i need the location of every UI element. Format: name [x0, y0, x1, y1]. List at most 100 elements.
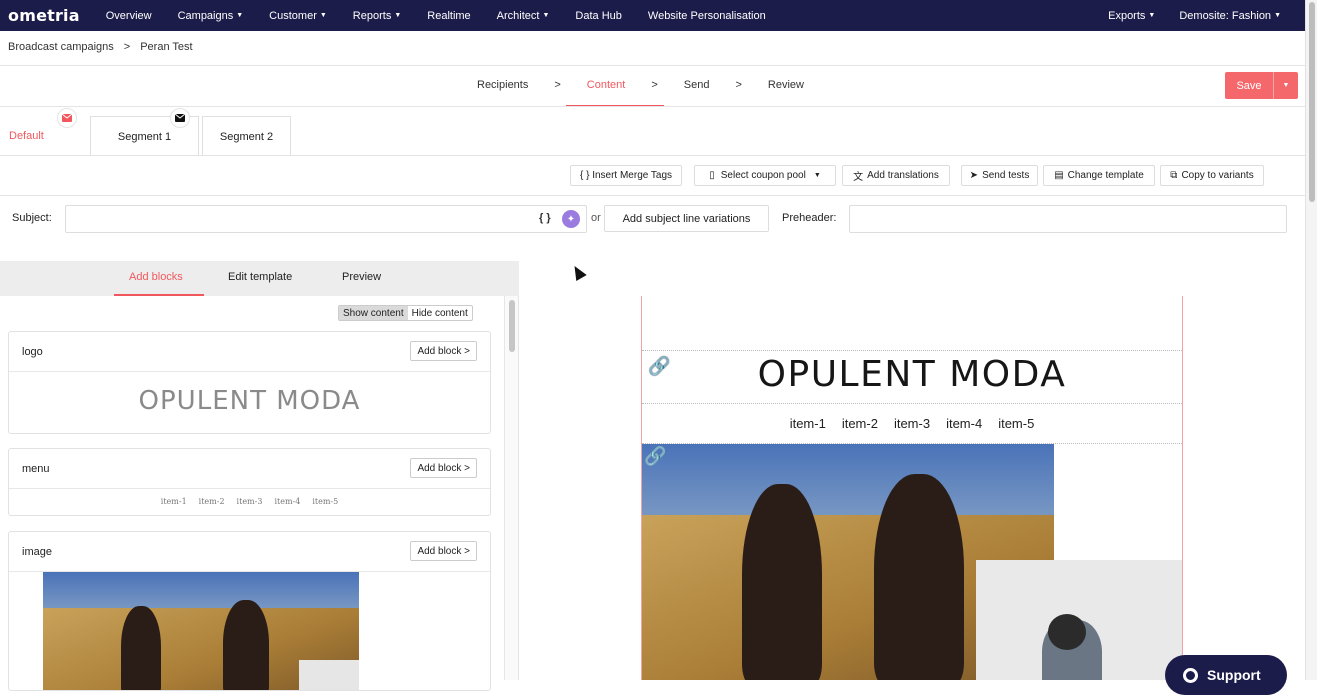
hide-content-button[interactable]: Hide content — [408, 306, 472, 320]
support-icon — [1183, 667, 1198, 683]
nav-account-switcher[interactable]: Demosite: Fashion ▼ — [1179, 10, 1281, 22]
breadcrumb-parent[interactable]: Broadcast campaigns — [8, 41, 114, 53]
add-subject-line-variations-button[interactable]: Add subject line variations — [604, 205, 769, 232]
image-block-preview — [43, 572, 359, 690]
caret-down-icon: ▼ — [813, 172, 821, 179]
content-toggle: Show content Hide content — [338, 305, 473, 321]
nav-campaigns[interactable]: Campaigns ▼ — [178, 10, 244, 22]
nav-account-label: Demosite: Fashion — [1179, 9, 1272, 22]
menu-block-preview: item-1 item-2 item-3 item-4 item-5 — [9, 489, 490, 506]
nav-realtime[interactable]: Realtime — [427, 10, 470, 22]
add-block-button[interactable]: Add block > — [410, 341, 477, 361]
block-title: logo — [22, 346, 43, 358]
tab-add-blocks[interactable]: Add blocks — [129, 271, 183, 283]
preheader-input[interactable] — [849, 205, 1287, 233]
step-separator: > — [554, 79, 561, 91]
breadcrumb: Broadcast campaigns > Peran Test — [8, 41, 193, 53]
add-block-button[interactable]: Add block > — [410, 541, 477, 561]
block-header: logo Add block > — [9, 332, 490, 372]
nav-exports[interactable]: Exports ▼ — [1108, 10, 1155, 22]
email-menu-item: item-1 — [789, 416, 826, 431]
nav-right: Exports ▼ Demosite: Fashion ▼ — [1084, 10, 1281, 22]
change-template-button[interactable]: ▤ Change template — [1043, 165, 1155, 186]
subject-label: Subject: — [12, 212, 52, 224]
send-tests-button[interactable]: ➤ Send tests — [961, 165, 1038, 186]
step-content[interactable]: Content — [587, 79, 626, 91]
caret-down-icon: ▼ — [1148, 12, 1156, 20]
email-badge-icon — [57, 108, 77, 128]
menu-preview-item: item-3 — [236, 497, 263, 506]
or-text: or — [591, 212, 601, 224]
menu-preview-item: item-2 — [198, 497, 225, 506]
nav-reports-label: Reports — [352, 9, 392, 22]
nav-reports[interactable]: Reports ▼ — [353, 10, 401, 22]
support-button[interactable]: Support — [1165, 655, 1287, 695]
add-block-button[interactable]: Add block > — [410, 458, 477, 478]
block-image: image Add block > — [8, 531, 491, 691]
step-separator: > — [651, 79, 658, 91]
nav-data-hub[interactable]: Data Hub — [575, 10, 621, 22]
menu-preview-item: item-1 — [160, 497, 187, 506]
link-icon[interactable]: 🔗 — [648, 356, 670, 377]
page-scrollbar[interactable] — [1305, 0, 1317, 680]
breadcrumb-current: Peran Test — [140, 41, 193, 53]
blocks-panel-scrollbar-thumb[interactable] — [509, 300, 515, 352]
email-badge-icon — [170, 108, 190, 128]
nav-customer[interactable]: Customer ▼ — [269, 10, 327, 22]
tab-preview[interactable]: Preview — [342, 271, 381, 283]
divider — [0, 65, 1305, 66]
caret-down-icon: ▼ — [319, 12, 327, 20]
support-label: Support — [1207, 667, 1261, 683]
caret-down-icon: ▼ — [236, 12, 244, 20]
divider — [0, 195, 1305, 196]
breadcrumb-separator: > — [123, 41, 131, 53]
menu-preview-item: item-4 — [274, 497, 301, 506]
save-dropdown-icon[interactable]: ▼ — [1273, 72, 1298, 99]
caret-down-icon: ▼ — [542, 12, 550, 20]
bookmark-icon: ▯ — [709, 170, 715, 181]
block-header: image Add block > — [9, 532, 490, 572]
send-tests-label: Send tests — [982, 170, 1030, 181]
translate-icon: 文 — [853, 172, 864, 183]
mouse-cursor-icon — [569, 262, 587, 282]
ometria-logo[interactable]: ometria — [8, 6, 80, 25]
step-review[interactable]: Review — [768, 79, 804, 91]
step-send[interactable]: Send — [684, 79, 710, 91]
add-translations-button[interactable]: 文 Add translations — [842, 165, 950, 186]
block-menu: menu Add block > item-1 item-2 item-3 it… — [8, 448, 491, 516]
page-scrollbar-thumb[interactable] — [1309, 2, 1315, 202]
blocks-panel-tabs: Add blocks Edit template Preview — [0, 261, 519, 296]
email-secondary-image[interactable] — [976, 560, 1182, 680]
select-coupon-pool-dropdown[interactable]: ▯ Select coupon pool ▼ — [694, 165, 836, 186]
link-icon[interactable]: 🔗 — [644, 446, 666, 467]
nav-exports-label: Exports — [1108, 9, 1146, 22]
tab-edit-template[interactable]: Edit template — [228, 271, 292, 283]
nav-overview[interactable]: Overview — [106, 10, 152, 22]
step-recipients[interactable]: Recipients — [477, 79, 528, 91]
copy-to-variants-button[interactable]: ⧉ Copy to variants — [1160, 165, 1264, 186]
nav-architect[interactable]: Architect ▼ — [497, 10, 550, 22]
blocks-panel: Add blocks Edit template Preview Show co… — [0, 261, 519, 691]
save-button-group: Save ▼ — [1225, 72, 1298, 99]
save-button[interactable]: Save — [1225, 72, 1273, 99]
nav-website-personalisation[interactable]: Website Personalisation — [648, 10, 766, 22]
subject-input[interactable] — [65, 205, 587, 233]
email-menu-item: item-3 — [893, 416, 931, 431]
menu-preview-item: item-5 — [312, 497, 339, 506]
ai-sparkle-icon[interactable]: ✦ — [562, 210, 580, 228]
merge-tags-icon[interactable]: { } — [539, 212, 551, 224]
tab-segment-2[interactable]: Segment 2 — [202, 116, 291, 156]
show-content-button[interactable]: Show content — [339, 306, 408, 320]
send-icon: ➤ — [969, 170, 979, 181]
blocks-panel-scrollbar[interactable] — [504, 296, 518, 680]
copy-icon: ⧉ — [1170, 170, 1178, 181]
insert-merge-tags-button[interactable]: { } Insert Merge Tags — [570, 165, 682, 186]
divider — [0, 155, 1305, 156]
nav-campaigns-label: Campaigns — [177, 9, 234, 22]
email-menu[interactable]: item-1 item-2 item-3 item-4 item-5 — [642, 404, 1182, 444]
copy-variants-label: Copy to variants — [1181, 170, 1254, 181]
email-logo[interactable]: OPULENT MODA — [642, 350, 1182, 404]
email-menu-item: item-4 — [946, 416, 983, 431]
translations-label: Add translations — [867, 170, 939, 181]
caret-down-icon: ▼ — [1274, 12, 1281, 20]
